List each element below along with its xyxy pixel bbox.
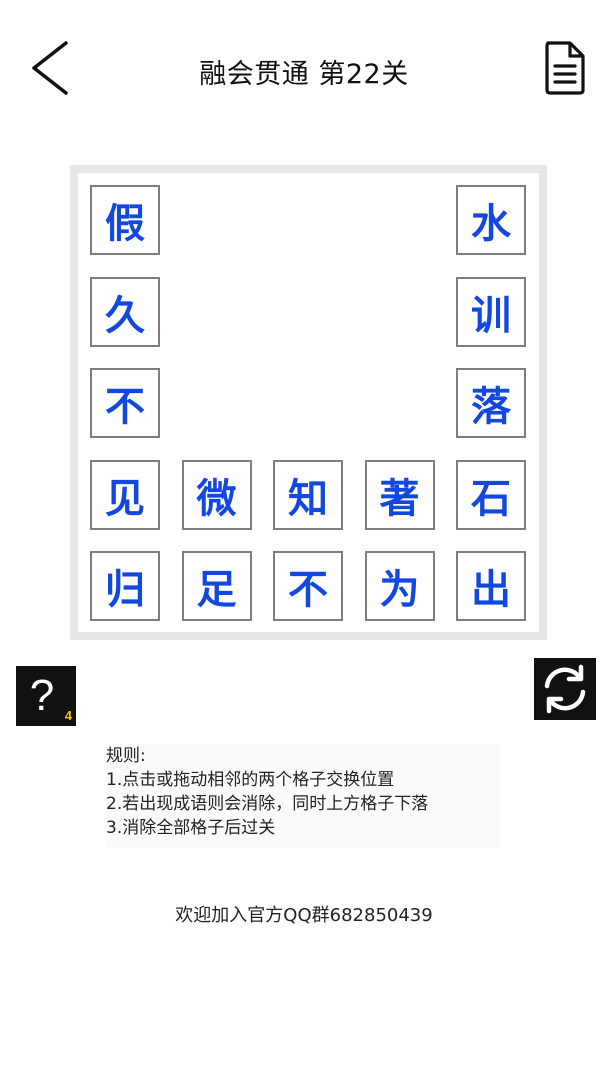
board-tile[interactable]: 训 (456, 276, 526, 347)
board-tile[interactable]: 不 (273, 551, 343, 621)
refresh-button[interactable] (534, 658, 596, 720)
document-icon (545, 41, 585, 95)
board-tile[interactable]: 不 (90, 368, 160, 438)
game-board: 假水久训不落见微知著石归足不为出 (70, 165, 547, 640)
board-tile[interactable]: 久 (90, 276, 160, 347)
board-tile[interactable]: 假 (90, 185, 160, 255)
board-tile[interactable]: 归 (90, 551, 160, 621)
board-tile[interactable]: 知 (273, 459, 343, 530)
rule-line: 3.消除全部格子后过关 (106, 818, 276, 838)
rule-line: 1.点击或拖动相邻的两个格子交换位置 (106, 770, 395, 790)
board-tile[interactable]: 著 (364, 459, 435, 530)
board-tile[interactable]: 足 (181, 551, 252, 621)
board-grid: 假水久训不落见微知著石归足不为出 (78, 173, 539, 632)
document-button[interactable] (542, 40, 588, 96)
level-title: 融会贯通 第22关 (199, 59, 409, 90)
board-tile[interactable]: 见 (90, 459, 160, 530)
hint-count-badge: 4 (64, 708, 72, 723)
board-tile[interactable]: 为 (364, 551, 435, 621)
board-tile[interactable]: 落 (456, 368, 526, 438)
hint-button[interactable]: ? 4 (16, 666, 76, 726)
rule-line: 2.若出现成语则会消除，同时上方格子下落 (106, 794, 429, 814)
board-tile[interactable]: 微 (181, 459, 252, 530)
board-tile[interactable]: 石 (456, 459, 526, 530)
board-tile[interactable]: 出 (456, 551, 526, 621)
rules-heading: 规则: (106, 746, 146, 766)
refresh-icon (544, 664, 586, 714)
question-mark-icon: ? (29, 671, 55, 720)
rules-panel: 规则: 1.点击或拖动相邻的两个格子交换位置 2.若出现成语则会消除，同时上方格… (106, 744, 500, 848)
board-tile[interactable]: 水 (456, 185, 526, 255)
qq-group-text: 欢迎加入官方QQ群682850439 (175, 905, 433, 926)
